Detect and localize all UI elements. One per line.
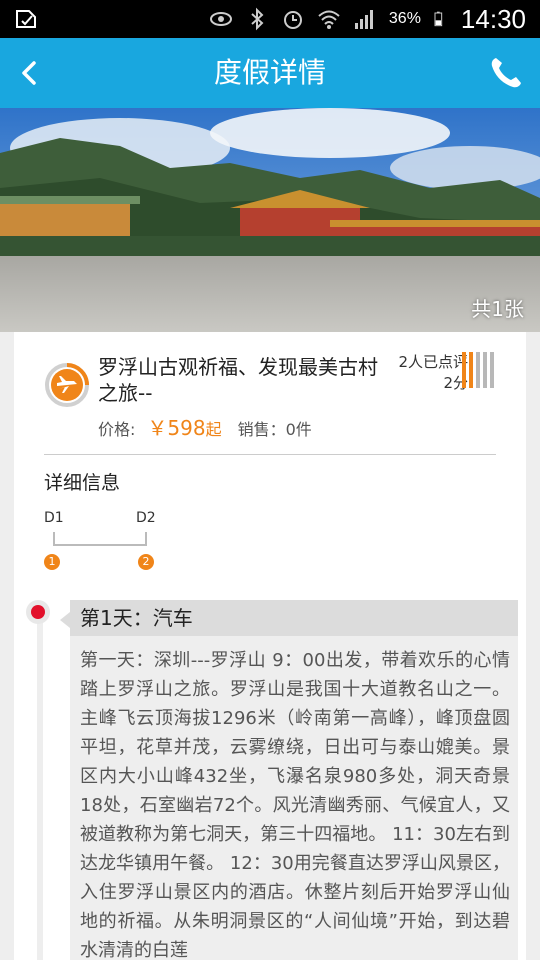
battery-percent: 36% [388, 10, 421, 27]
notification-icon [16, 10, 36, 28]
battery-icon [434, 11, 443, 27]
signal-icon [354, 10, 373, 29]
timeline-day-marker[interactable]: 1 [44, 554, 60, 570]
timeline-day-label: D2 [136, 510, 156, 526]
day-marker-dot [26, 600, 50, 624]
price-value: ￥598 [147, 416, 206, 440]
rating-info: 2人已点评 2分 [398, 352, 468, 394]
day-timeline: D1 D2 1 2 [44, 510, 174, 570]
details-heading: 详细信息 [44, 472, 121, 494]
phone-icon[interactable] [486, 53, 526, 93]
sales-value: 0件 [285, 420, 312, 439]
price-label: 价格: [98, 420, 136, 439]
wifi-icon [318, 10, 340, 29]
rating-count: 2人已点评 [398, 353, 468, 371]
timeline-day-marker[interactable]: 2 [138, 554, 154, 570]
page-title: 度假详情 [213, 56, 326, 89]
sales-label: 销售： [237, 420, 286, 439]
alarm-icon [283, 11, 302, 29]
flight-icon [45, 363, 89, 407]
clock: 14:30 [460, 3, 526, 34]
timeline-day-label: D1 [44, 510, 64, 526]
rating-score: 2分 [443, 374, 468, 392]
eye-icon [209, 12, 232, 26]
detail-card: 罗浮山古观祈福、发现最美古村之旅-- 2人已点评 2分 价格: ￥598 起 销… [14, 332, 526, 960]
price-suffix: 起 [205, 420, 222, 439]
image-count: 共1张 [471, 297, 524, 321]
bluetooth-icon [251, 7, 264, 31]
rating-bars-icon [462, 352, 496, 388]
product-title: 罗浮山古观祈福、发现最美古村之旅-- [98, 355, 378, 405]
itinerary-line [37, 614, 43, 960]
price-row: 价格: ￥598 起 销售： 0件 [98, 412, 312, 441]
landscape-photo [0, 108, 540, 332]
timeline-line [53, 544, 147, 546]
day-description: 第一天：深圳---罗浮山 9：00出发，带着欢乐的心情踏上罗浮山之旅。罗浮山是我… [70, 636, 518, 960]
divider [44, 454, 496, 455]
day-pointer [60, 612, 70, 628]
hero-image[interactable]: 共1张 [0, 108, 540, 332]
title-bar: 度假详情 [0, 38, 540, 108]
status-bar: 36% 14:30 [0, 0, 540, 38]
day-title: 第1天：汽车 [70, 600, 518, 636]
